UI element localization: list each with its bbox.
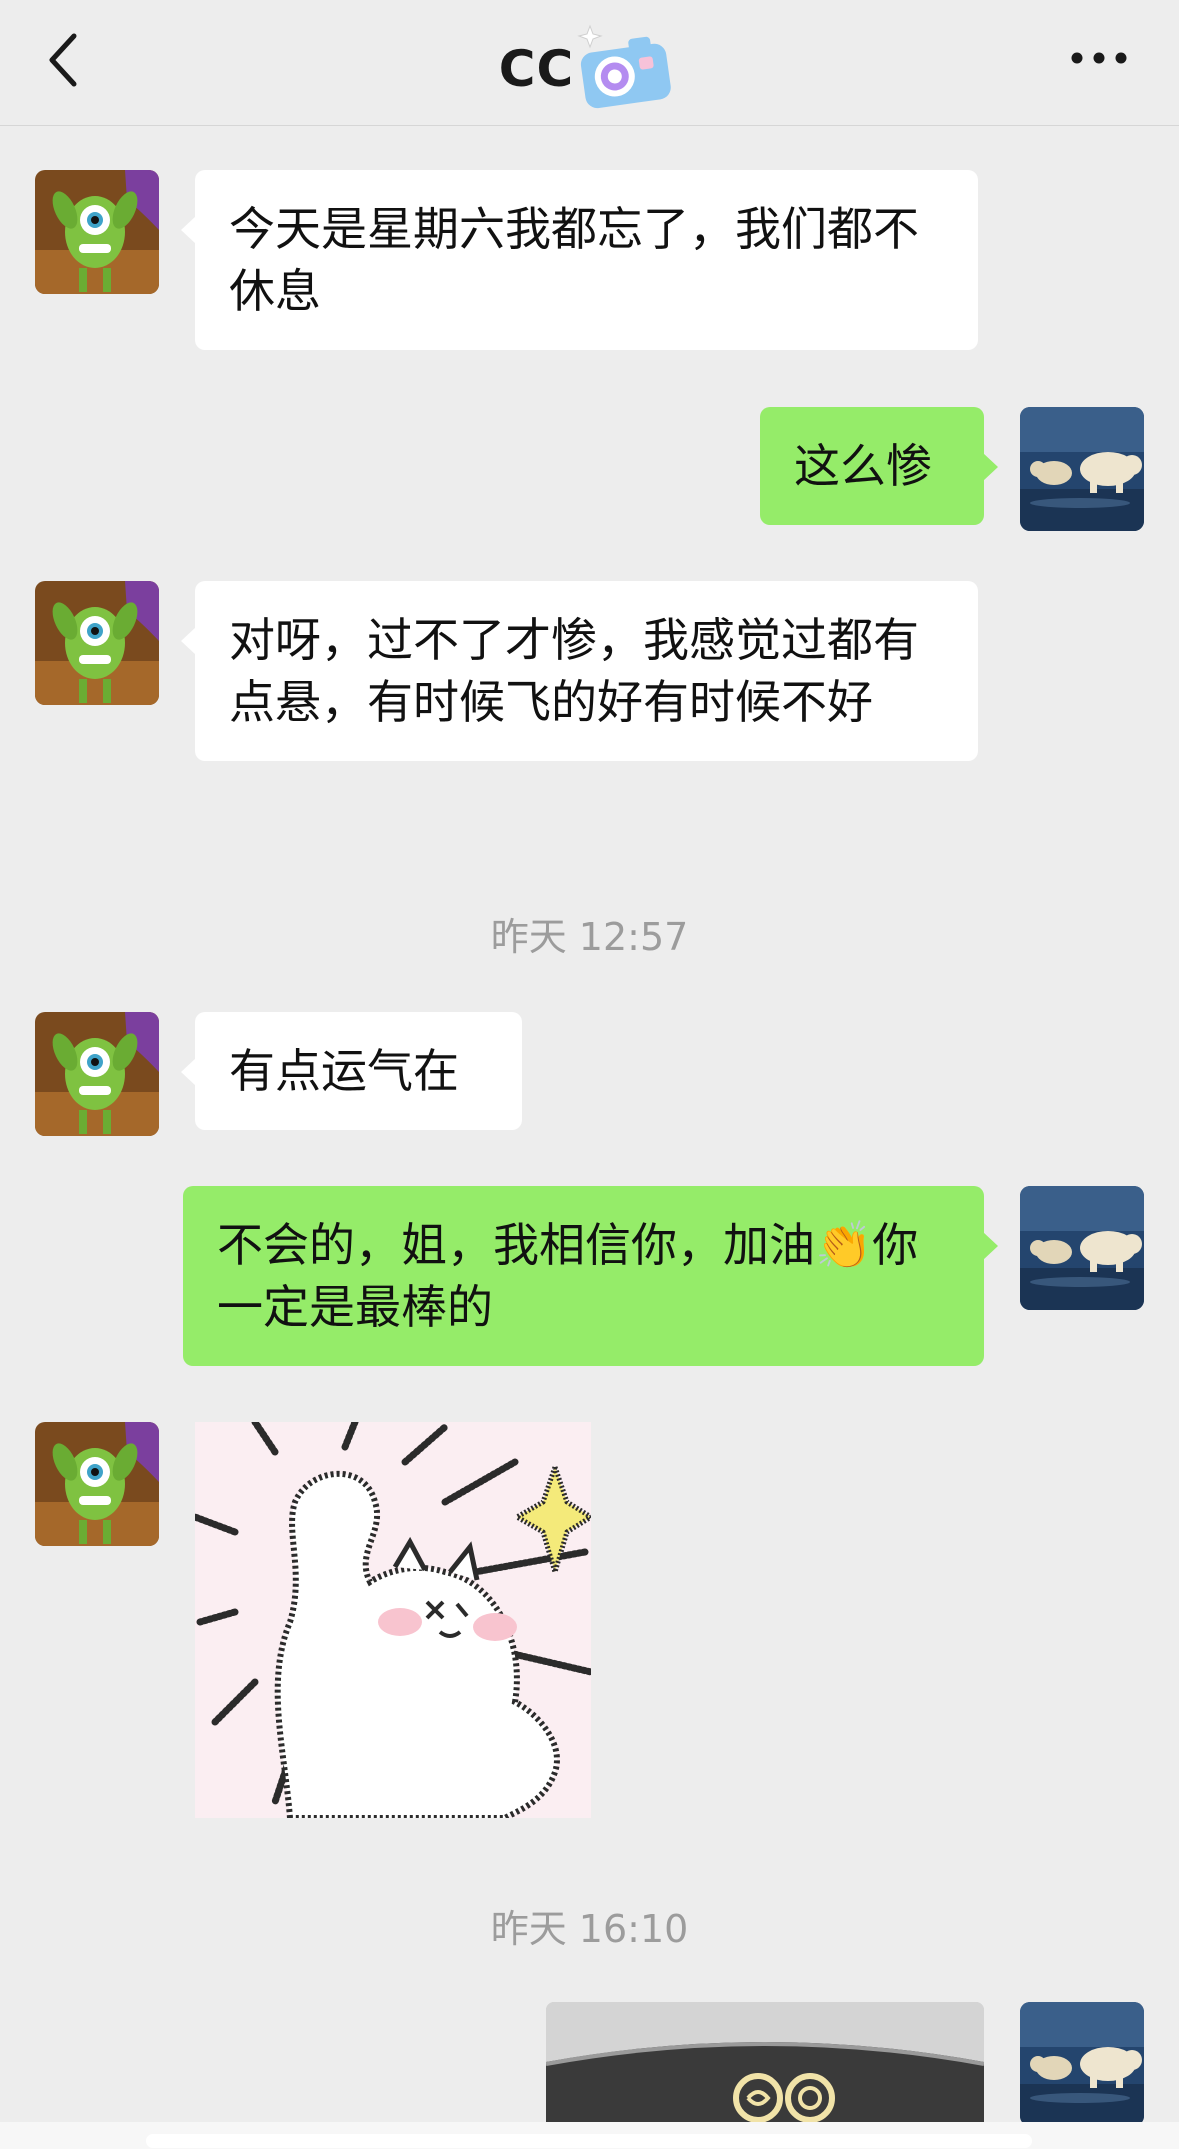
green-monster-avatar <box>35 1012 159 1136</box>
more-dots-icon <box>1071 52 1127 64</box>
camera-emoji-icon <box>570 20 680 110</box>
more-button[interactable] <box>1069 38 1129 78</box>
message-bubble-outgoing[interactable]: 这么惨 <box>760 407 998 525</box>
green-monster-avatar <box>35 170 159 294</box>
title-area: CC <box>0 24 1179 114</box>
message-text: 不会的，姐，我相信你，加油👏你一定是最棒的 <box>217 1218 919 1334</box>
contact-avatar[interactable] <box>35 1422 159 1546</box>
white-cat-sparkle-sticker <box>195 1422 591 1818</box>
polar-bear-avatar <box>1020 2002 1144 2126</box>
contact-avatar[interactable] <box>35 1012 159 1136</box>
polar-bear-avatar <box>1020 1186 1144 1310</box>
message-bubble-incoming[interactable]: 今天是星期六我都忘了，我们都不休息 <box>181 170 978 350</box>
bottom-home-area <box>0 2122 1179 2149</box>
sticker-message[interactable] <box>195 1422 591 1818</box>
polar-bear-avatar <box>1020 407 1144 531</box>
message-bubble-incoming[interactable]: 对呀，过不了才惨，我感觉过都有点悬，有时候飞的好有时候不好 <box>181 581 978 761</box>
message-bubble-outgoing[interactable]: 不会的，姐，我相信你，加油👏你一定是最棒的 <box>183 1186 998 1366</box>
home-indicator[interactable] <box>146 2134 1032 2148</box>
contact-avatar[interactable] <box>35 170 159 294</box>
timestamp: 昨天 12:57 <box>490 915 689 959</box>
message-bubble-incoming[interactable]: 有点运气在 <box>181 1012 522 1130</box>
contact-avatar[interactable] <box>35 581 159 705</box>
message-text: 有点运气在 <box>229 1044 459 1098</box>
timestamp: 昨天 16:10 <box>490 1907 689 1951</box>
my-avatar[interactable] <box>1020 2002 1144 2126</box>
my-avatar[interactable] <box>1020 407 1144 531</box>
message-text: 今天是星期六我都忘了，我们都不休息 <box>229 202 919 318</box>
message-text: 对呀，过不了才惨，我感觉过都有点悬，有时候飞的好有时候不好 <box>229 613 919 729</box>
message-text: 这么惨 <box>794 439 932 493</box>
green-monster-avatar <box>35 1422 159 1546</box>
green-monster-avatar <box>35 581 159 705</box>
my-avatar[interactable] <box>1020 1186 1144 1310</box>
top-bar: CC <box>0 0 1179 126</box>
chat-title: CC <box>498 40 575 98</box>
